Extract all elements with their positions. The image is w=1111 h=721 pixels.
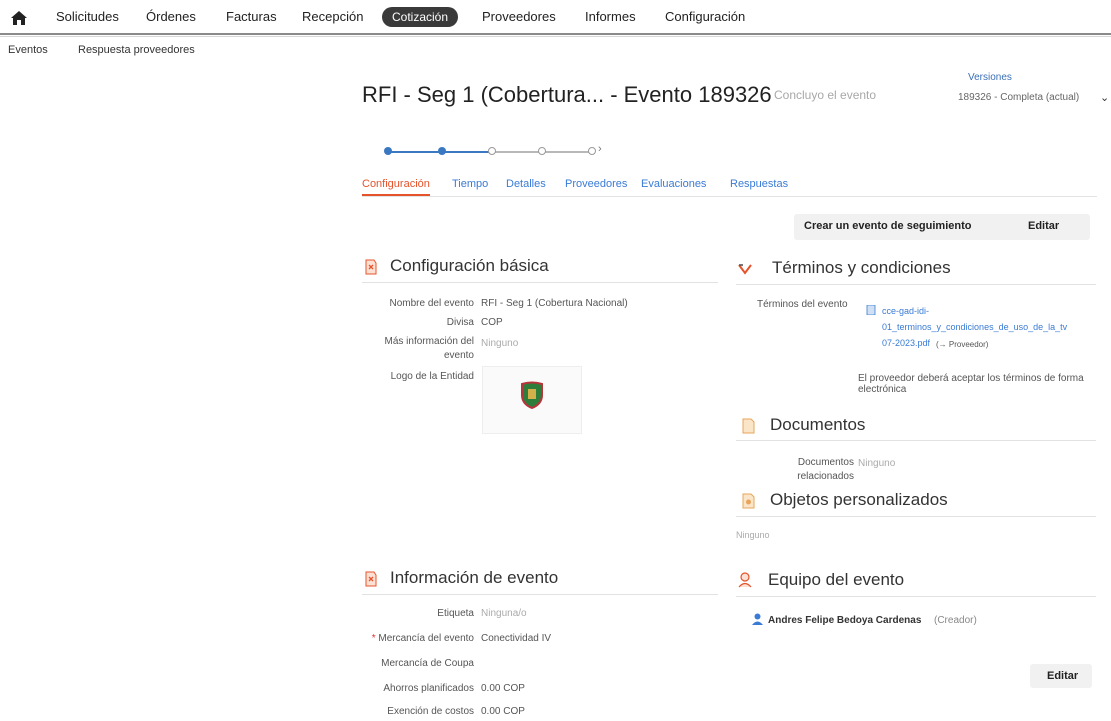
event-team-title: Equipo del evento bbox=[768, 570, 905, 589]
versions-label: Versiones bbox=[968, 72, 1012, 83]
related-docs-value: Ninguno bbox=[858, 458, 896, 469]
section-divider bbox=[736, 596, 1096, 597]
cost-exemption-label: Exención de costos bbox=[387, 706, 474, 717]
event-name-value: RFI - Seg 1 (Cobertura Nacional) bbox=[481, 298, 628, 309]
step-dot-3[interactable] bbox=[488, 147, 496, 155]
edit-button[interactable]: Editar bbox=[1028, 220, 1059, 232]
step-dot-2[interactable] bbox=[438, 147, 446, 155]
section-divider bbox=[362, 594, 718, 595]
planned-savings-label: Ahorros planificados bbox=[383, 683, 474, 694]
logo-label: Logo de la Entidad bbox=[390, 371, 474, 382]
event-info-title: Información de evento bbox=[390, 568, 559, 587]
custom-objects-icon bbox=[742, 493, 755, 509]
related-docs-label: Documentos bbox=[797, 457, 854, 468]
tab-configuracion[interactable]: Configuración bbox=[362, 178, 430, 190]
planned-savings-value: 0.00 COP bbox=[481, 683, 525, 694]
terms-file-tag: (→ Proveedor) bbox=[936, 340, 989, 349]
home-icon[interactable] bbox=[10, 10, 28, 26]
section-divider bbox=[736, 440, 1096, 441]
commodity-label: * Mercancía del evento bbox=[372, 633, 474, 644]
top-navigation: Solicitudes Órdenes Facturas Recepción C… bbox=[0, 0, 1111, 36]
nav-ordenes[interactable]: Órdenes bbox=[146, 9, 196, 24]
custom-objects-value: Ninguno bbox=[736, 530, 770, 540]
subnav-eventos[interactable]: Eventos bbox=[8, 44, 48, 56]
tab-detalles[interactable]: Detalles bbox=[506, 178, 546, 190]
nav-recepcion[interactable]: Recepción bbox=[302, 9, 363, 24]
cost-exemption-value: 0.00 COP bbox=[481, 706, 525, 717]
versions-select[interactable]: 189326 - Completa (actual) bbox=[958, 92, 1079, 103]
terms-file-link[interactable]: cce-gad-idi- bbox=[882, 306, 929, 316]
info-icon bbox=[365, 571, 377, 587]
user-icon bbox=[752, 613, 763, 625]
team-edit-button[interactable]: Editar bbox=[1047, 670, 1078, 682]
tabs-divider bbox=[362, 196, 1097, 197]
custom-objects-title: Objetos personalizados bbox=[770, 490, 948, 509]
chevron-down-icon[interactable]: ⌄ bbox=[1100, 91, 1109, 104]
basic-config-title: Configuración básica bbox=[390, 256, 549, 275]
chevron-right-icon: › bbox=[598, 143, 602, 155]
terms-note: El proveedor deberá aceptar los términos… bbox=[858, 373, 1084, 384]
nav-proveedores[interactable]: Proveedores bbox=[482, 9, 556, 24]
step-dot-5[interactable] bbox=[588, 147, 596, 155]
tab-evaluaciones[interactable]: Evaluaciones bbox=[641, 178, 706, 190]
currency-label: Divisa bbox=[446, 317, 474, 328]
entity-seal-icon bbox=[521, 381, 543, 409]
subnav-respuesta-proveedores[interactable]: Respuesta proveedores bbox=[78, 44, 195, 56]
document-icon bbox=[866, 305, 876, 315]
event-status: Concluyo el evento bbox=[774, 88, 877, 102]
terms-file-link-3[interactable]: 07-2023.pdf bbox=[882, 338, 930, 348]
progress-line-done bbox=[442, 151, 492, 153]
nav-cotizacion[interactable]: Cotización bbox=[382, 7, 459, 27]
team-member-name[interactable]: Andres Felipe Bedoya Cardenas bbox=[768, 615, 921, 626]
commodity-label-text: Mercancía del evento bbox=[378, 633, 474, 644]
more-info-label-2: evento bbox=[443, 350, 474, 361]
tag-value: Ninguna/o bbox=[481, 608, 527, 619]
coupa-commodity-label: Mercancía de Coupa bbox=[381, 658, 474, 669]
nav-informes[interactable]: Informes bbox=[585, 9, 636, 24]
nav-divider bbox=[0, 33, 1111, 35]
team-icon bbox=[738, 572, 752, 588]
nav-solicitudes[interactable]: Solicitudes bbox=[56, 9, 119, 24]
team-member-role: (Creador) bbox=[934, 615, 977, 626]
settings-icon bbox=[365, 259, 377, 275]
section-divider bbox=[736, 284, 1096, 285]
tab-respuestas[interactable]: Respuestas bbox=[730, 178, 788, 190]
terms-title: Términos y condiciones bbox=[772, 258, 951, 277]
step-dot-4[interactable] bbox=[538, 147, 546, 155]
section-divider bbox=[362, 282, 718, 283]
step-dot-1[interactable] bbox=[384, 147, 392, 155]
terms-note-2: electrónica bbox=[858, 384, 907, 395]
handshake-icon bbox=[738, 264, 752, 275]
documents-title: Documentos bbox=[770, 415, 866, 434]
event-name-label: Nombre del evento bbox=[389, 298, 475, 309]
currency-value: COP bbox=[481, 317, 503, 328]
terms-file-link-2[interactable]: 01_terminos_y_condiciones_de_uso_de_la_t… bbox=[882, 322, 1067, 332]
entity-logo bbox=[482, 366, 582, 434]
nav-facturas[interactable]: Facturas bbox=[226, 9, 277, 24]
more-info-label: Más información del bbox=[384, 336, 474, 347]
nav-divider-light bbox=[0, 36, 1111, 37]
commodity-value: Conectividad IV bbox=[481, 633, 552, 644]
related-docs-label-2: relacionados bbox=[797, 471, 854, 482]
more-info-value: Ninguno bbox=[481, 338, 519, 349]
terms-label: Términos del evento bbox=[757, 299, 848, 310]
document-icon bbox=[742, 418, 755, 434]
tab-proveedores[interactable]: Proveedores bbox=[565, 178, 627, 190]
page-title: RFI - Seg 1 (Cobertura... - Evento 18932… bbox=[362, 82, 772, 107]
nav-configuracion[interactable]: Configuración bbox=[665, 9, 745, 24]
section-divider bbox=[736, 516, 1096, 517]
create-follow-up-button[interactable]: Crear un evento de seguimiento bbox=[804, 220, 971, 232]
tab-tiempo[interactable]: Tiempo bbox=[452, 178, 488, 190]
active-tab-indicator bbox=[362, 194, 430, 196]
progress-line-done bbox=[388, 151, 442, 153]
tag-label: Etiqueta bbox=[437, 608, 474, 619]
